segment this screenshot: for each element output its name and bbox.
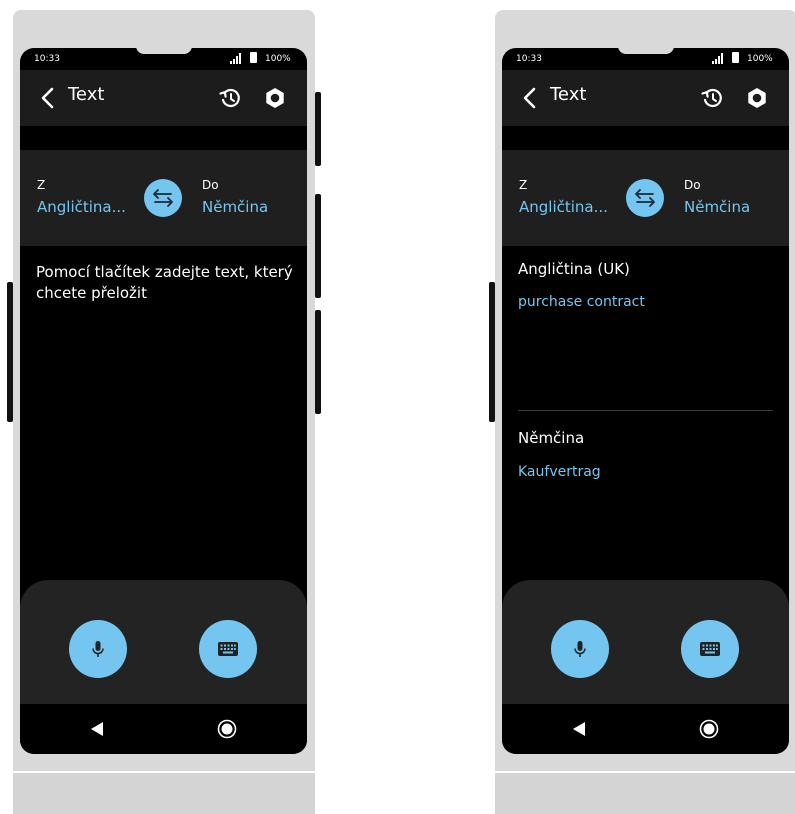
target-language-label: Do [684, 178, 701, 192]
swap-icon [635, 189, 655, 207]
history-icon[interactable] [219, 87, 241, 109]
keyboard-icon [700, 642, 720, 656]
target-language-select[interactable]: Němčina [202, 198, 268, 216]
translated-text[interactable]: Kaufvertrag [518, 464, 601, 480]
side-button [489, 282, 495, 422]
battery-icon [250, 52, 257, 63]
phone-screen: 10:33 100% Text Z Angličtina... Do Němči… [502, 48, 789, 754]
side-button [315, 194, 321, 298]
battery-percent: 100% [265, 54, 291, 64]
status-bar: 10:33 100% [20, 48, 307, 70]
target-language-select[interactable]: Němčina [684, 198, 750, 216]
battery-icon [732, 52, 739, 63]
battery-percent: 100% [747, 54, 773, 64]
camera-notch [136, 48, 192, 54]
page-title: Text [68, 84, 105, 105]
phone-screen: 10:33 100% Text Z Angličtina... Do Němči… [20, 48, 307, 754]
microphone-button[interactable] [551, 620, 609, 678]
target-language-label: Do [202, 178, 219, 192]
input-panel [20, 580, 307, 704]
side-button [315, 92, 321, 166]
nav-home-icon[interactable] [217, 719, 237, 739]
app-bar: Text [20, 70, 307, 126]
side-button [7, 282, 13, 422]
device-right: 10:33 100% Text Z Angličtina... Do Němči… [489, 10, 795, 814]
swap-languages-button[interactable] [626, 179, 664, 217]
keyboard-button[interactable] [681, 620, 739, 678]
language-selector: Z Angličtina... Do Němčina [502, 150, 789, 246]
toolbar-spacer [20, 126, 307, 150]
language-selector: Z Angličtina... Do Němčina [20, 150, 307, 246]
keyboard-icon [218, 642, 238, 656]
source-section-label: Angličtina (UK) [518, 260, 630, 278]
status-bar: 10:33 100% [502, 48, 789, 70]
mic-icon [92, 641, 104, 657]
swap-languages-button[interactable] [144, 179, 182, 217]
camera-notch [618, 48, 674, 54]
device-base [13, 773, 315, 814]
nav-back-icon[interactable] [90, 721, 104, 737]
microphone-button[interactable] [69, 620, 127, 678]
source-language-label: Z [519, 178, 528, 192]
back-icon[interactable] [38, 86, 58, 110]
status-time: 10:33 [516, 54, 542, 64]
keyboard-button[interactable] [199, 620, 257, 678]
system-nav-bar [502, 704, 789, 754]
target-section-label: Němčina [518, 429, 585, 447]
history-icon[interactable] [701, 87, 723, 109]
device-base [495, 773, 795, 814]
instruction-text: Pomocí tlačítek zadejte text, který chce… [36, 263, 293, 302]
source-language-label: Z [37, 178, 46, 192]
nav-home-icon[interactable] [699, 719, 719, 739]
nav-back-icon[interactable] [572, 721, 586, 737]
mic-icon [574, 641, 586, 657]
signal-icon [230, 53, 244, 64]
input-panel [502, 580, 789, 704]
back-icon[interactable] [520, 86, 540, 110]
settings-icon[interactable] [745, 86, 769, 110]
app-bar: Text [502, 70, 789, 126]
source-language-select[interactable]: Angličtina... [519, 198, 608, 216]
page-title: Text [550, 84, 587, 105]
status-time: 10:33 [34, 54, 60, 64]
system-nav-bar [20, 704, 307, 754]
signal-icon [712, 53, 726, 64]
source-language-select[interactable]: Angličtina... [37, 198, 126, 216]
settings-icon[interactable] [263, 86, 287, 110]
section-divider [518, 410, 773, 411]
device-left: 10:33 100% Text Z Angličtina... Do Němči… [7, 10, 321, 814]
swap-icon [153, 189, 173, 207]
source-text[interactable]: purchase contract [518, 294, 645, 310]
side-button [315, 310, 321, 414]
toolbar-spacer [502, 126, 789, 150]
